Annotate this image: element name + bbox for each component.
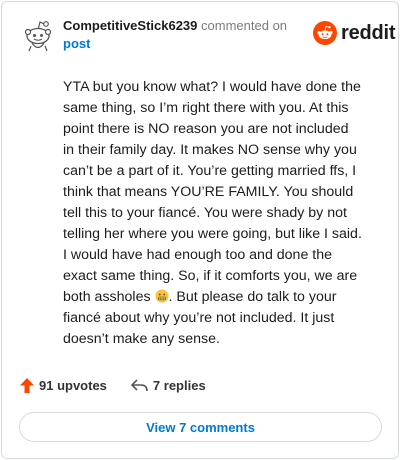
- commented-on-text: commented on: [201, 18, 288, 33]
- comment-card: CompetitiveStick6239 commented on post r…: [1, 1, 399, 459]
- upvote-count: 91 upvotes: [39, 378, 107, 393]
- replies-count: 7 replies: [152, 378, 206, 393]
- avatar-snoo-icon[interactable]: [20, 18, 56, 54]
- comment-header: CompetitiveStick6239 commented on post: [63, 17, 303, 53]
- upvote-button[interactable]: 91 upvotes: [20, 378, 107, 393]
- reddit-snoo-icon: [313, 21, 337, 45]
- reddit-wordmark: reddit: [341, 21, 396, 44]
- replies-button[interactable]: 7 replies: [131, 378, 206, 393]
- username-link[interactable]: CompetitiveStick6239: [63, 18, 197, 33]
- grimacing-face-icon: [154, 289, 169, 303]
- upvote-arrow-icon: [20, 378, 34, 393]
- comment-body: YTA but you know what? I would have done…: [63, 77, 363, 350]
- reply-arrow-icon: [131, 379, 148, 392]
- comment-body-text: YTA but you know what? I would have done…: [63, 79, 362, 305]
- reddit-logo[interactable]: reddit: [313, 21, 396, 45]
- view-comments-button[interactable]: View 7 comments: [19, 412, 382, 442]
- comment-actions: 91 upvotes 7 replies: [20, 378, 206, 393]
- post-link[interactable]: post: [63, 35, 303, 53]
